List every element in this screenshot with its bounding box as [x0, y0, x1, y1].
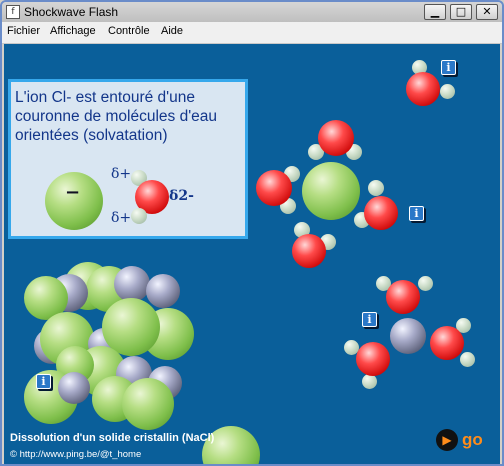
menu-affichage[interactable]: Affichage	[50, 25, 96, 37]
oxygen-atom	[430, 326, 464, 360]
sodium-ion	[146, 274, 180, 308]
sodium-ion	[58, 372, 90, 404]
minimize-button[interactable]: ▁	[424, 4, 446, 20]
oxygen-atom	[406, 72, 440, 106]
flash-stage[interactable]: i i i i L'ion Cl- est entouré d'une cour…	[4, 44, 500, 464]
hydrogen-atom	[418, 276, 433, 291]
hydrogen-atom	[440, 84, 455, 99]
oxygen-atom	[356, 342, 390, 376]
chloride-ion	[122, 378, 174, 430]
title-bar[interactable]: f Shockwave Flash ▁ □ ✕	[2, 2, 502, 23]
info-icon-water[interactable]: i	[441, 60, 456, 75]
chloride-ion	[302, 162, 360, 220]
flash-player-window: f Shockwave Flash ▁ □ ✕ Fichier Affichag…	[0, 0, 504, 466]
oxygen-atom	[364, 196, 398, 230]
info-icon-sodium[interactable]: i	[362, 312, 377, 327]
animation-caption: Dissolution d'un solide cristallin (NaCl…	[10, 432, 215, 444]
negative-charge-sign: −	[65, 182, 81, 203]
hydrogen-atom	[362, 374, 377, 389]
play-arrow-icon[interactable]: ▶	[436, 429, 458, 451]
oxygen-atom	[318, 120, 354, 156]
solvation-info-panel: L'ion Cl- est entouré d'une couronne de …	[8, 79, 248, 239]
menu-bar: Fichier Affichage Contrôle Aide	[2, 22, 502, 44]
maximize-button[interactable]: □	[450, 4, 472, 20]
hydrogen-atom	[368, 180, 384, 196]
oxygen-atom	[386, 280, 420, 314]
close-button[interactable]: ✕	[476, 4, 498, 20]
delta-minus: δ2-	[169, 188, 194, 204]
sodium-ion	[114, 266, 150, 302]
flash-player-icon: f	[6, 5, 20, 19]
oxygen-atom	[292, 234, 326, 268]
menu-controle[interactable]: Contrôle	[108, 25, 150, 37]
oxygen-atom	[256, 170, 292, 206]
delta-plus-top: δ+	[111, 166, 132, 182]
hydrogen-atom	[131, 208, 147, 224]
window-title: Shockwave Flash	[24, 5, 119, 19]
menu-fichier[interactable]: Fichier	[7, 25, 40, 37]
copyright-link[interactable]: © http://www.ping.be/@t_home	[10, 449, 141, 460]
go-button[interactable]: go	[462, 430, 483, 450]
sodium-ion	[390, 318, 426, 354]
delta-plus-bottom: δ+	[111, 210, 132, 226]
panel-explanation: L'ion Cl- est entouré d'une couronne de …	[15, 89, 218, 144]
info-icon-chloride[interactable]: i	[409, 206, 424, 221]
menu-aide[interactable]: Aide	[161, 25, 183, 37]
info-icon-crystal[interactable]: i	[36, 374, 51, 389]
hydrogen-atom	[460, 352, 475, 367]
